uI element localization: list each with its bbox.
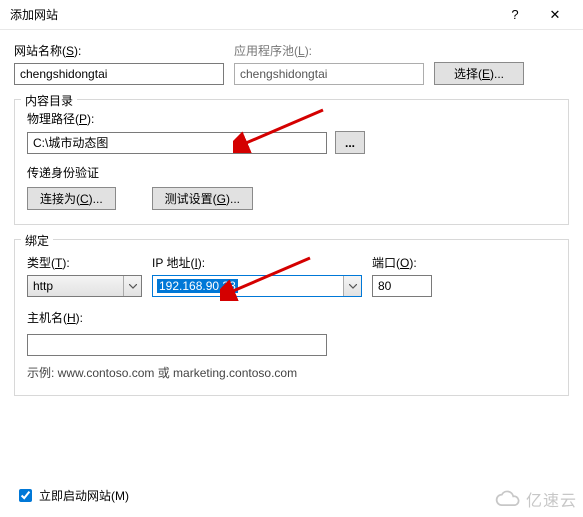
- title-bar: 添加网站 ? ✕: [0, 0, 583, 30]
- content-directory-legend: 内容目录: [21, 92, 77, 109]
- window-title: 添加网站: [10, 6, 495, 23]
- site-name-input[interactable]: [14, 63, 224, 85]
- app-pool-label: 应用程序池(L):: [234, 42, 424, 59]
- watermark: 亿速云: [494, 487, 577, 511]
- dialog-content: 网站名称(S): 应用程序池(L): chengshidongtai 选择(E)…: [0, 30, 583, 406]
- start-now-row: 立即启动网站(M): [15, 486, 129, 505]
- host-example-text: 示例: www.contoso.com 或 marketing.contoso.…: [27, 364, 556, 381]
- browse-button[interactable]: ...: [335, 131, 365, 154]
- help-button[interactable]: ?: [495, 1, 535, 29]
- app-pool-field: 应用程序池(L): chengshidongtai: [234, 42, 424, 85]
- select-pool-button[interactable]: 选择(E)...: [434, 62, 524, 85]
- binding-group: 绑定 类型(T): http IP 地址(I):: [14, 239, 569, 396]
- select-pool-col: 选择(E)...: [434, 62, 524, 85]
- close-button[interactable]: ✕: [535, 1, 575, 29]
- port-label: 端口(O):: [372, 254, 432, 271]
- physical-path-input[interactable]: [27, 132, 327, 154]
- host-label: 主机名(H):: [27, 309, 556, 326]
- site-name-label: 网站名称(S):: [14, 42, 224, 59]
- app-pool-display: chengshidongtai: [234, 63, 424, 85]
- content-directory-group: 内容目录 物理路径(P): ... 传递身份验证 连接为(C)... 测试设置(…: [14, 99, 569, 225]
- cloud-icon: [494, 490, 522, 508]
- host-input[interactable]: [27, 334, 327, 356]
- ip-address-select[interactable]: 192.168.90.33: [152, 275, 362, 297]
- ip-label: IP 地址(I):: [152, 254, 362, 271]
- type-label: 类型(T):: [27, 254, 142, 271]
- connect-as-button[interactable]: 连接为(C)...: [27, 187, 116, 210]
- test-settings-button[interactable]: 测试设置(G)...: [152, 187, 253, 210]
- start-now-label: 立即启动网站(M): [39, 487, 129, 504]
- binding-legend: 绑定: [21, 232, 53, 249]
- physical-path-label: 物理路径(P):: [27, 110, 556, 127]
- auth-legend: 传递身份验证: [27, 164, 556, 181]
- type-select[interactable]: http: [27, 275, 142, 297]
- site-name-field: 网站名称(S):: [14, 42, 224, 85]
- top-row: 网站名称(S): 应用程序池(L): chengshidongtai 选择(E)…: [14, 42, 569, 85]
- start-now-checkbox[interactable]: [19, 489, 32, 502]
- port-input[interactable]: [372, 275, 432, 297]
